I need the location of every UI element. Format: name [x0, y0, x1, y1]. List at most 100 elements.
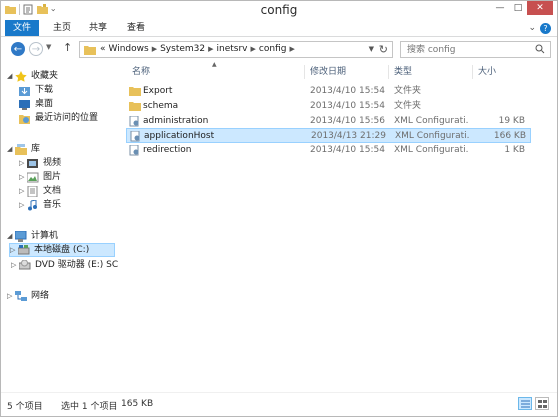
file-date: 2013/4/13 21:29: [311, 131, 386, 141]
music-icon: [28, 199, 37, 210]
details-view-button[interactable]: [518, 397, 532, 410]
file-size: 19 KB: [498, 116, 525, 126]
network-icon: [15, 290, 27, 301]
nav-label: 本地磁盘 (C:): [34, 245, 90, 255]
column-divider[interactable]: [388, 65, 389, 79]
pictures-icon: [27, 172, 39, 182]
large-icons-view-button[interactable]: [535, 397, 549, 410]
folder-icon: [129, 102, 141, 111]
desktop-icon: [19, 99, 30, 110]
file-row[interactable]: administration 2013/4/10 15:56 XML Confi…: [126, 114, 531, 129]
chevron-right-icon[interactable]: ▶: [251, 45, 256, 53]
file-list: 名称 ▲ 修改日期 类型 大小 Export 2013/4/10 15:54 文…: [121, 61, 557, 392]
nav-desktop[interactable]: 桌面: [19, 97, 53, 111]
nav-videos[interactable]: ▷ 视频: [19, 156, 61, 170]
nav-label: 库: [31, 144, 41, 154]
nav-label: DVD 驱动器 (E:) SC: [35, 260, 119, 270]
chevron-right-icon[interactable]: ▶: [289, 45, 294, 53]
expand-icon[interactable]: ▷: [19, 170, 27, 184]
expand-icon[interactable]: ▷: [11, 258, 19, 272]
ribbon-tabs: 文件 主页 共享 查看 ⌄ ?: [1, 20, 557, 37]
breadcrumb: « Windows ▶ System32 ▶ inetsrv ▶ config …: [100, 44, 295, 54]
breadcrumb-item[interactable]: config: [259, 44, 287, 54]
column-divider[interactable]: [304, 65, 305, 79]
nav-music[interactable]: ▷ 音乐: [19, 198, 61, 212]
recent-locations-chevron-icon[interactable]: ▼: [46, 43, 51, 51]
search-input[interactable]: [407, 43, 529, 56]
collapse-icon[interactable]: ◢: [7, 69, 15, 83]
up-button[interactable]: ↑: [63, 41, 72, 54]
help-icon[interactable]: ?: [540, 23, 551, 34]
address-history-chevron-icon[interactable]: ▼: [369, 45, 374, 53]
breadcrumb-item[interactable]: System32: [160, 44, 205, 54]
drive-icon: [18, 244, 30, 254]
forward-button[interactable]: →: [29, 42, 43, 56]
file-type: 文件夹: [394, 101, 422, 111]
file-name: administration: [143, 116, 209, 126]
back-button[interactable]: ←: [11, 42, 25, 56]
nav-label: 计算机: [31, 231, 59, 241]
tab-home[interactable]: 主页: [49, 20, 75, 36]
column-header-name[interactable]: 名称: [132, 64, 150, 80]
expand-icon[interactable]: ▷: [19, 184, 27, 198]
details-view-icon: [520, 400, 530, 407]
config-file-icon: [129, 116, 139, 127]
refresh-icon[interactable]: ↻: [379, 43, 388, 56]
window-title: config: [260, 3, 298, 17]
search-box[interactable]: [400, 41, 551, 58]
breadcrumb-item[interactable]: inetsrv: [217, 44, 248, 54]
nav-pictures[interactable]: ▷ 图片: [19, 170, 61, 184]
tab-file[interactable]: 文件: [5, 20, 39, 36]
nav-label: 桌面: [35, 99, 54, 109]
selection-size: 165 KB: [121, 399, 154, 409]
ribbon-controls: ⌄ ?: [528, 23, 551, 34]
nav-network[interactable]: ▷ 网络: [7, 289, 49, 303]
expand-icon[interactable]: ▷: [7, 289, 15, 303]
tab-share[interactable]: 共享: [85, 20, 111, 36]
library-icon: [15, 143, 27, 155]
nav-favorites[interactable]: ◢ 收藏夹: [7, 69, 58, 83]
file-row[interactable]: schema 2013/4/10 15:54 文件夹: [126, 99, 531, 114]
address-bar[interactable]: « Windows ▶ System32 ▶ inetsrv ▶ config …: [79, 41, 393, 58]
expand-icon[interactable]: ▷: [19, 156, 27, 170]
maximize-button[interactable]: □: [509, 1, 527, 15]
title-bar: config — □ ✕: [1, 1, 557, 20]
minimize-button[interactable]: —: [491, 1, 509, 15]
expand-ribbon-icon[interactable]: ⌄: [528, 23, 536, 34]
nav-label: 下载: [35, 85, 54, 95]
nav-label: 图片: [43, 172, 62, 182]
nav-computer[interactable]: ◢ 计算机: [7, 229, 58, 243]
breadcrumb-overflow[interactable]: «: [100, 44, 106, 54]
chevron-right-icon[interactable]: ▶: [208, 45, 213, 53]
sort-ascending-icon: ▲: [212, 61, 217, 68]
navigation-bar: ← → ▼ ↑ « Windows ▶ System32 ▶ inetsrv ▶…: [1, 38, 557, 60]
collapse-icon[interactable]: ◢: [7, 142, 15, 156]
tab-view[interactable]: 查看: [123, 20, 149, 36]
nav-documents[interactable]: ▷ 文档: [19, 184, 61, 198]
column-header-size[interactable]: 大小: [478, 64, 496, 80]
nav-recent-places[interactable]: 最近访问的位置: [19, 111, 98, 125]
column-header-type[interactable]: 类型: [394, 64, 412, 80]
collapse-icon[interactable]: ◢: [7, 229, 15, 243]
column-divider[interactable]: [472, 65, 473, 79]
documents-icon: [27, 185, 38, 197]
nav-downloads[interactable]: 下载: [19, 83, 53, 97]
breadcrumb-item[interactable]: Windows: [109, 44, 149, 54]
search-icon[interactable]: [535, 44, 545, 54]
nav-libraries[interactable]: ◢ 库: [7, 142, 40, 156]
file-size: 1 KB: [504, 145, 525, 155]
expand-icon[interactable]: ▷: [10, 243, 18, 257]
file-row[interactable]: redirection 2013/4/10 15:54 XML Configur…: [126, 143, 531, 158]
nav-local-disk-c[interactable]: ▷ 本地磁盘 (C:): [9, 243, 115, 257]
file-row-selected[interactable]: applicationHost 2013/4/13 21:29 XML Conf…: [126, 128, 531, 143]
chevron-right-icon[interactable]: ▶: [152, 45, 157, 53]
nav-label: 视频: [43, 158, 62, 168]
file-name: schema: [143, 101, 179, 111]
selection-count: 选中 1 个项目: [61, 402, 118, 412]
expand-icon[interactable]: ▷: [19, 198, 27, 212]
file-row[interactable]: Export 2013/4/10 15:54 文件夹: [126, 84, 531, 99]
close-button[interactable]: ✕: [527, 1, 553, 15]
column-header-date[interactable]: 修改日期: [310, 64, 346, 80]
nav-dvd-drive[interactable]: ▷ DVD 驱动器 (E:) SC: [11, 258, 118, 272]
file-name: Export: [143, 86, 173, 96]
